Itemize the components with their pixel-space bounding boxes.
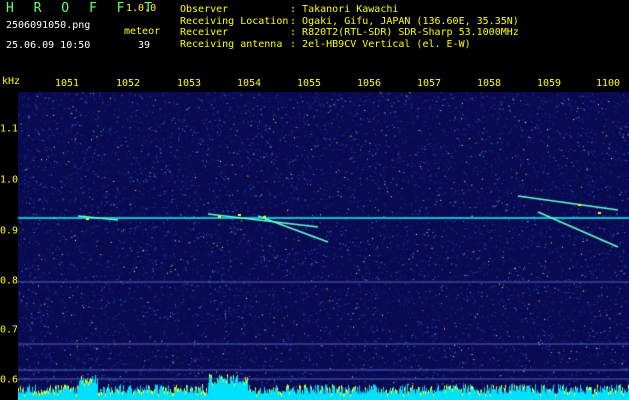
time-tick-label: 1056: [356, 78, 382, 89]
freq-tick-label: 0.6: [0, 374, 19, 386]
freq-tick-label: 0.8: [0, 275, 19, 287]
info-value: Takanori Kawachi: [302, 4, 399, 15]
freq-tick-label: 1.0: [0, 174, 19, 186]
time-tick-label: 1058: [476, 78, 502, 89]
time-tick-label: 1051: [54, 78, 80, 89]
info-value: 2el-HB9CV Vertical (el. E-W): [302, 38, 471, 50]
timestamp: 25.06.09 10:50: [6, 40, 91, 51]
info-sep: :: [290, 38, 303, 50]
time-axis: kHz 1051 1052 1053 1054 1055 1056 1057 1…: [0, 74, 629, 92]
info-sep: :: [290, 4, 303, 15]
info-row-antenna: Receiving antenna : 2el-HB9CV Vertical (…: [180, 39, 519, 51]
freq-tick-label: 0.9: [0, 225, 19, 237]
image-filename: 2506091050.png: [6, 20, 91, 31]
time-tick-label: 1055: [296, 78, 322, 89]
meteor-count: 39: [138, 40, 151, 51]
info-row-receiver: Receiver : R820T2(RTL-SDR) SDR-Sharp 53.…: [180, 27, 519, 39]
spectrogram-canvas: [18, 92, 629, 400]
freq-tick-label: 0.7: [0, 324, 19, 336]
app-version: 1.0.0: [126, 3, 157, 14]
time-tick-label: 1054: [236, 78, 262, 89]
time-tick-label: 1100: [595, 78, 621, 89]
time-tick-label: 1053: [176, 78, 202, 89]
header: H R O F F T 1.0.0 2506091050.png 25.06.0…: [0, 0, 629, 74]
frequency-axis: 1.1 1.0 0.9 0.8 0.7 0.6: [0, 92, 18, 400]
station-info: Observer : Takanori Kawachi Receiving Lo…: [180, 4, 519, 50]
info-sep: :: [290, 27, 303, 38]
info-sep: :: [290, 15, 303, 27]
info-value: Ogaki, Gifu, JAPAN (136.60E, 35.35N): [302, 15, 519, 27]
info-row-observer: Observer : Takanori Kawachi: [180, 4, 519, 16]
time-tick-label: 1057: [416, 78, 442, 89]
info-key: Observer: [180, 4, 229, 15]
meteor-label: meteor: [124, 26, 161, 37]
info-row-location: Receiving Location : Ogaki, Gifu, JAPAN …: [180, 16, 519, 28]
info-key: Receiving Location: [180, 15, 289, 27]
khz-unit-label: kHz: [2, 76, 21, 87]
info-key: Receiver: [180, 27, 229, 38]
info-key: Receiving antenna: [180, 38, 283, 50]
info-value: R820T2(RTL-SDR) SDR-Sharp 53.1000MHz: [302, 27, 519, 38]
time-tick-label: 1059: [536, 78, 562, 89]
freq-tick-label: 1.1: [0, 123, 19, 135]
time-tick-label: 1052: [115, 78, 141, 89]
